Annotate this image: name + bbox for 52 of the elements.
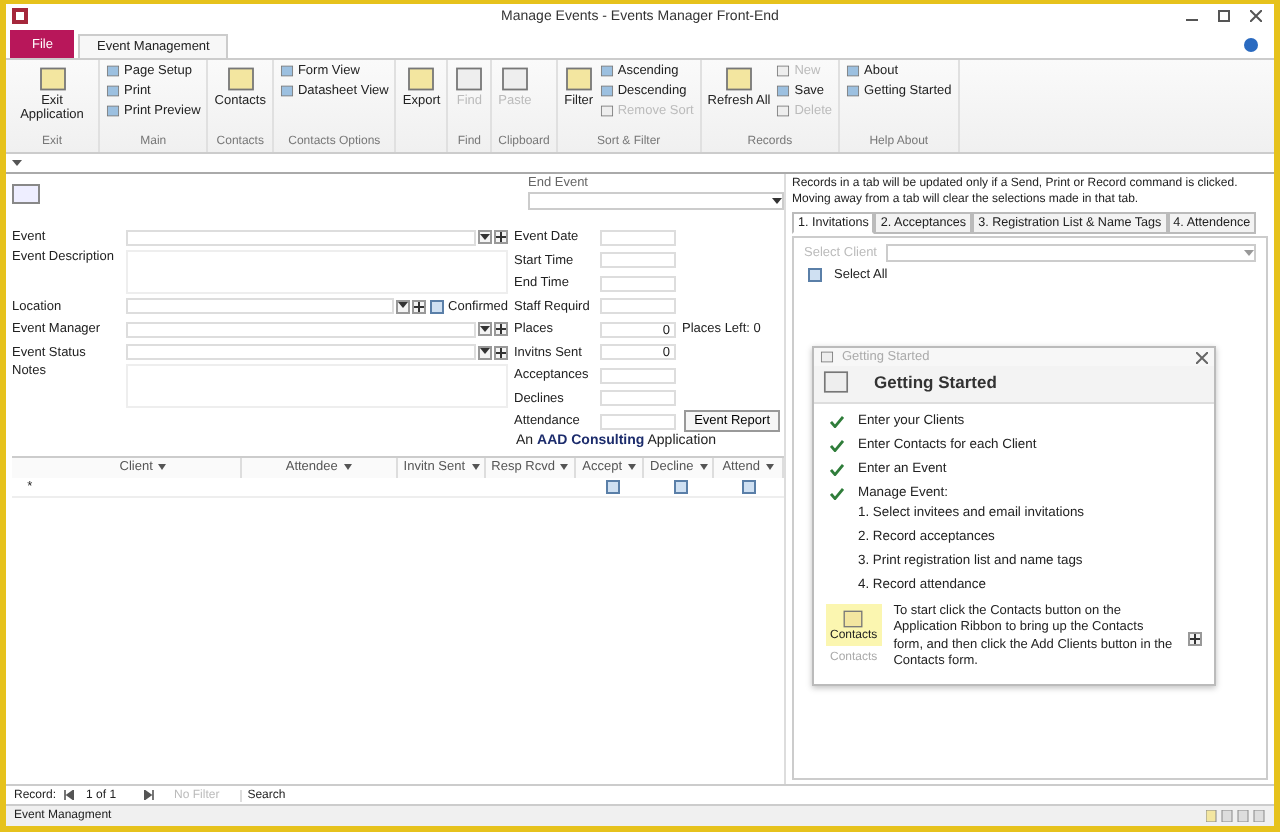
- combo-field[interactable]: [528, 192, 784, 210]
- caret-icon[interactable]: [628, 464, 637, 470]
- document-icon: [406, 64, 437, 94]
- checkbox[interactable]: [605, 479, 620, 493]
- checkbox[interactable]: [742, 479, 757, 493]
- caret-icon[interactable]: [158, 464, 167, 470]
- document-icon: [225, 64, 256, 94]
- combo-field[interactable]: [126, 321, 476, 338]
- input-field[interactable]: [600, 390, 676, 407]
- document-icon: [454, 64, 485, 94]
- form-icon: [12, 184, 40, 204]
- close-icon[interactable]: [1196, 351, 1208, 363]
- first-record-icon[interactable]: [64, 790, 75, 800]
- input-field[interactable]: [600, 413, 676, 430]
- combo-field[interactable]: [126, 229, 476, 246]
- caret-icon[interactable]: [766, 464, 774, 470]
- caret-icon[interactable]: [560, 464, 569, 470]
- input-field[interactable]: [600, 275, 676, 292]
- add-button[interactable]: [494, 230, 508, 245]
- input-field[interactable]: [600, 367, 676, 384]
- input-field[interactable]: [600, 229, 676, 246]
- document-icon: [563, 64, 594, 94]
- caret-icon[interactable]: [12, 159, 22, 167]
- document-icon: [499, 64, 530, 94]
- combo-field[interactable]: [885, 244, 1256, 262]
- checkbox[interactable]: [673, 479, 688, 493]
- add-button[interactable]: [494, 322, 508, 337]
- document-icon: [724, 64, 755, 94]
- input-field[interactable]: [600, 298, 676, 315]
- add-button[interactable]: [412, 299, 427, 314]
- add-button[interactable]: [1188, 632, 1202, 646]
- combo-field[interactable]: [126, 298, 395, 315]
- help-icon[interactable]: [1244, 38, 1258, 52]
- dropdown-button[interactable]: [478, 230, 492, 245]
- caret-icon[interactable]: [772, 197, 782, 205]
- close-icon[interactable]: [1250, 10, 1262, 22]
- last-record-icon[interactable]: [144, 790, 155, 800]
- dropdown-button[interactable]: [478, 345, 492, 360]
- contact-card-icon: [842, 608, 865, 630]
- caret-icon[interactable]: [343, 464, 352, 470]
- caret-icon[interactable]: [699, 464, 708, 470]
- dropdown-button[interactable]: [396, 299, 411, 314]
- combo-field[interactable]: [126, 344, 476, 361]
- caret-icon[interactable]: [471, 464, 479, 470]
- dropdown-button[interactable]: [478, 322, 492, 337]
- checkbox[interactable]: [808, 268, 822, 282]
- document-icon: [37, 64, 67, 94]
- add-button[interactable]: [494, 345, 508, 360]
- checkbox[interactable]: [430, 299, 445, 314]
- input-field[interactable]: [600, 252, 676, 269]
- dialog-heading: Getting Started: [874, 372, 997, 392]
- restore-icon[interactable]: [1218, 10, 1230, 22]
